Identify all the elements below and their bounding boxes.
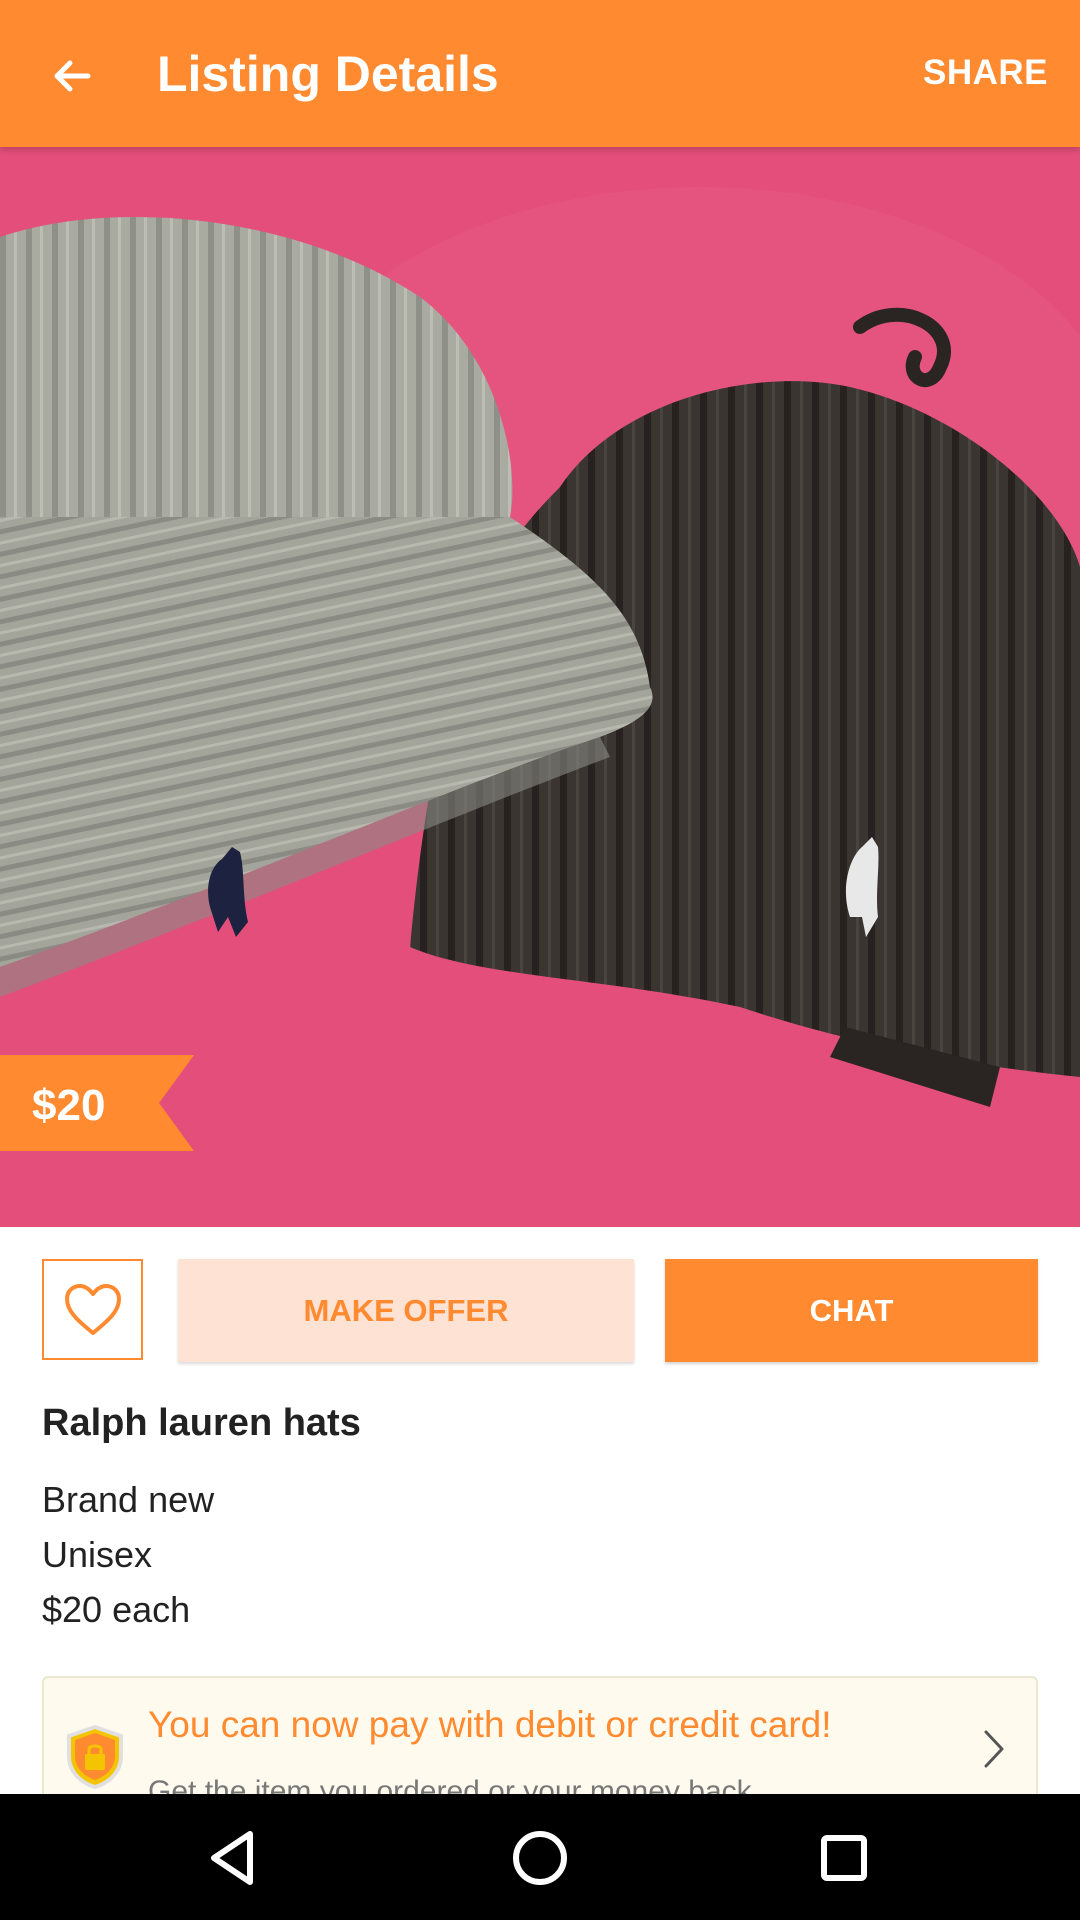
- payment-banner-title: You can now pay with debit or credit car…: [148, 1704, 832, 1745]
- chat-button[interactable]: CHAT: [665, 1259, 1038, 1362]
- nav-back-icon[interactable]: [200, 1824, 268, 1892]
- nav-home-icon[interactable]: [506, 1824, 574, 1892]
- description-line: Brand new: [42, 1479, 215, 1520]
- page-title: Listing Details: [157, 46, 499, 102]
- description-line: $20 each: [42, 1589, 191, 1630]
- top-app-bar: Listing Details SHARE: [0, 0, 1080, 147]
- arrow-left-icon: [54, 60, 91, 92]
- price-label: $20: [32, 1081, 106, 1130]
- back-button[interactable]: [30, 34, 114, 118]
- listing-description: Brand new Unisex $20 each: [42, 1472, 214, 1637]
- description-line: Unisex: [42, 1534, 153, 1575]
- make-offer-button[interactable]: MAKE OFFER: [178, 1259, 634, 1362]
- favorite-button[interactable]: [42, 1259, 143, 1360]
- chevron-right-icon: [984, 1730, 1004, 1768]
- share-button[interactable]: SHARE: [923, 50, 1048, 96]
- heart-outline-icon: [64, 1283, 121, 1335]
- system-navigation-bar: [0, 1794, 1080, 1920]
- nav-recents-icon[interactable]: [810, 1824, 878, 1892]
- shield-lock-icon: [67, 1724, 123, 1790]
- listing-title: Ralph lauren hats: [42, 1402, 361, 1444]
